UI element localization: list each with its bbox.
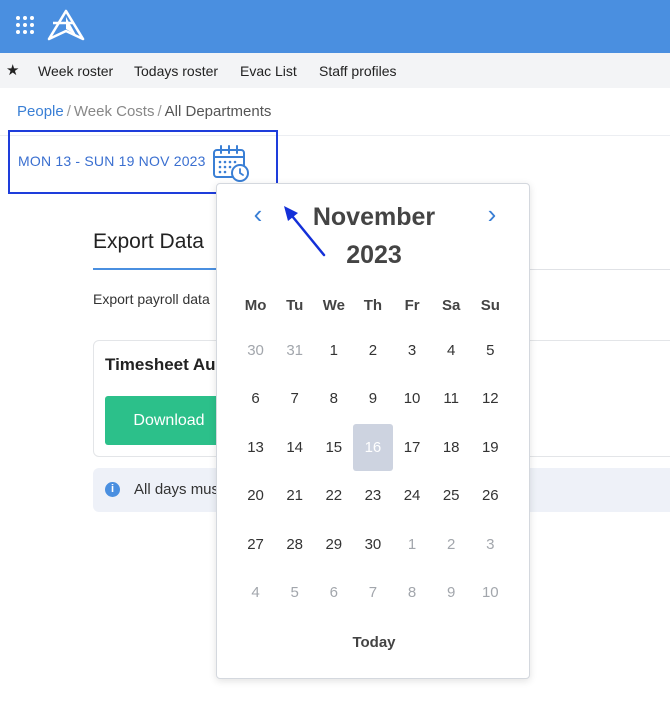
grid-icon[interactable] (16, 16, 34, 34)
calendar-day[interactable]: 4 (432, 326, 471, 375)
breadcrumb-all-departments: All Departments (164, 103, 272, 120)
page-title: Export Data (93, 230, 204, 253)
calendar-day[interactable]: 11 (432, 375, 471, 424)
calendar-day[interactable]: 15 (314, 423, 353, 472)
calendar-week-row: 27 28 29 30 1 2 3 (236, 520, 510, 569)
top-bar (0, 0, 670, 53)
calendar-day[interactable]: 28 (275, 520, 314, 569)
calendar-day[interactable]: 18 (432, 423, 471, 472)
weekday-label: We (322, 296, 345, 314)
breadcrumb-separator: / (66, 103, 71, 120)
calendar-day[interactable]: 30 (236, 326, 275, 375)
breadcrumb-separator: / (157, 103, 162, 120)
weekday-label: Mo (244, 296, 267, 314)
weekday-label: Sa (442, 296, 461, 314)
calendar-day[interactable]: 10 (393, 375, 432, 424)
calendar-day[interactable]: 6 (314, 569, 353, 618)
star-icon[interactable]: ★ (6, 61, 19, 79)
weekday-label: Fr (404, 296, 420, 314)
calendar-day[interactable]: 25 (432, 472, 471, 521)
nav-item-todays-roster[interactable]: Todays roster (134, 63, 218, 79)
calendar-day[interactable]: 7 (275, 375, 314, 424)
nav-item-evac-list[interactable]: Evac List (240, 63, 297, 79)
calendar-popup: ‹ November 2023 › Mo Tu We Th Fr Sa Su 3… (216, 183, 530, 679)
calendar-day[interactable]: 8 (393, 569, 432, 618)
calendar-day[interactable]: 16 (353, 423, 393, 471)
weekday-label: Su (480, 296, 500, 314)
calendar-day[interactable]: 3 (393, 326, 432, 375)
active-tab-underline (93, 268, 218, 270)
breadcrumb-week-costs[interactable]: Week Costs (74, 103, 155, 120)
nav-item-week-roster[interactable]: Week roster (38, 63, 113, 79)
calendar-day[interactable]: 1 (314, 326, 353, 375)
today-button[interactable]: Today (217, 634, 529, 651)
calendar-day[interactable]: 17 (393, 423, 432, 472)
chevron-right-icon[interactable]: › (480, 200, 504, 228)
calendar-day[interactable]: 30 (353, 520, 392, 569)
calendar-day[interactable]: 5 (275, 569, 314, 618)
calendar-day[interactable]: 8 (314, 375, 353, 424)
calendar-week-row: 13 14 15 16 17 18 19 (236, 423, 510, 472)
calendar-day[interactable]: 2 (432, 520, 471, 569)
calendar-year: 2023 (346, 241, 402, 269)
calendar-day[interactable]: 31 (275, 326, 314, 375)
logo-icon[interactable] (47, 9, 85, 41)
calendar-day[interactable]: 14 (275, 423, 314, 472)
calendar-day[interactable]: 22 (314, 472, 353, 521)
calendar-week-row: 20 21 22 23 24 25 26 (236, 472, 510, 521)
calendar-day[interactable]: 13 (236, 423, 275, 472)
weekday-header: Mo Tu We Th Fr Sa Su (236, 284, 510, 326)
nav-item-staff-profiles[interactable]: Staff profiles (319, 63, 397, 79)
calendar-week-row: 4 5 6 7 8 9 10 (236, 569, 510, 618)
weekday-label: Tu (286, 296, 304, 314)
weekday-label: Th (363, 296, 383, 314)
calendar-grid: Mo Tu We Th Fr Sa Su 30 31 1 2 3 4 5 6 7 8 9 10 11 12… (236, 284, 510, 617)
calendar-day[interactable]: 1 (393, 520, 432, 569)
calendar-day[interactable]: 7 (353, 569, 392, 618)
breadcrumb: People / Week Costs / All Departments (17, 103, 271, 120)
calendar-day[interactable]: 2 (353, 326, 392, 375)
calendar-day[interactable]: 10 (471, 569, 510, 618)
date-range-label[interactable]: MON 13 - SUN 19 NOV 2023 (18, 153, 206, 169)
calendar-day[interactable]: 12 (471, 375, 510, 424)
info-icon: i (105, 482, 120, 497)
calendar-day[interactable]: 20 (236, 472, 275, 521)
calendar-day[interactable]: 9 (353, 375, 392, 424)
calendar-day[interactable]: 23 (353, 472, 392, 521)
calendar-day[interactable]: 6 (236, 375, 275, 424)
calendar-weeks: 30 31 1 2 3 4 5 6 7 8 9 10 11 12 13 14 15 16 17 18 19 20 21 22 2… (236, 326, 510, 617)
calendar-day[interactable]: 27 (236, 520, 275, 569)
calendar-day[interactable]: 5 (471, 326, 510, 375)
calendar-day[interactable]: 24 (393, 472, 432, 521)
calendar-day[interactable]: 4 (236, 569, 275, 618)
calendar-clock-icon[interactable] (211, 144, 251, 184)
calendar-week-row: 30 31 1 2 3 4 5 (236, 326, 510, 375)
calendar-day[interactable]: 26 (471, 472, 510, 521)
breadcrumb-people[interactable]: People (17, 103, 64, 120)
calendar-day[interactable]: 29 (314, 520, 353, 569)
download-button[interactable]: Download (105, 396, 233, 445)
calendar-day[interactable]: 9 (432, 569, 471, 618)
calendar-week-row: 6 7 8 9 10 11 12 (236, 375, 510, 424)
nav-bar: ★ Week roster Todays roster Evac List St… (0, 53, 670, 88)
page-description: Export payroll data (93, 291, 210, 307)
info-text: All days must (134, 481, 224, 498)
calendar-day[interactable]: 21 (275, 472, 314, 521)
calendar-day[interactable]: 19 (471, 423, 510, 472)
calendar-day[interactable]: 3 (471, 520, 510, 569)
